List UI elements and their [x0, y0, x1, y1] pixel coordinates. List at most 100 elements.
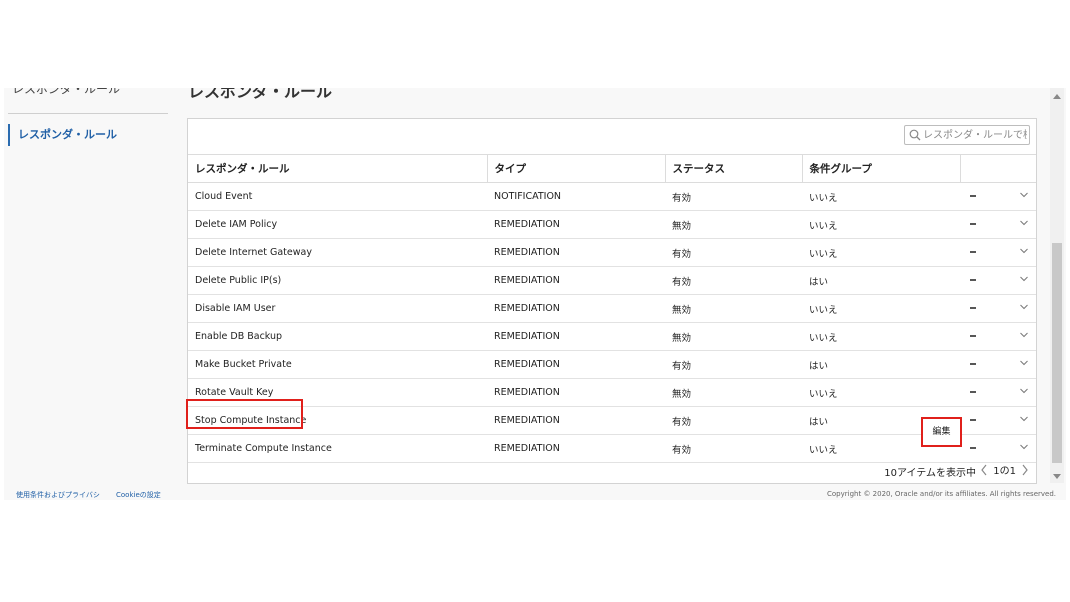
table-row[interactable]: Rotate Vault Key REMEDIATION 無効 いいえ: [188, 378, 1036, 407]
row-actions-cell: [960, 182, 1036, 211]
chevron-down-icon[interactable]: [1020, 443, 1028, 451]
rule-status-cell: 無効: [665, 210, 802, 239]
rule-status-cell: 有効: [665, 350, 802, 379]
chevron-down-icon[interactable]: [1020, 359, 1028, 367]
chevron-down-icon[interactable]: [1020, 191, 1028, 199]
row-actions-cell: [960, 266, 1036, 295]
rule-type-cell: REMEDIATION: [487, 378, 665, 407]
pagination: 1の1: [979, 462, 1030, 477]
kebab-menu-icon[interactable]: [970, 419, 976, 431]
col-header-actions: [960, 154, 1036, 183]
rule-type-cell: REMEDIATION: [487, 210, 665, 239]
scroll-up-arrow-icon[interactable]: [1053, 94, 1061, 99]
table-footer: 10アイテムを表示中 1の1: [188, 457, 1036, 483]
search-input[interactable]: [923, 126, 1027, 144]
rule-name-cell: Disable IAM User: [188, 294, 487, 323]
row-actions-cell: [960, 294, 1036, 323]
search-icon: [909, 129, 921, 141]
kebab-menu-icon[interactable]: [970, 363, 976, 375]
chevron-down-icon[interactable]: [1020, 247, 1028, 255]
chevron-down-icon[interactable]: [1020, 303, 1028, 311]
chevron-down-icon[interactable]: [1020, 415, 1028, 423]
table-row[interactable]: Delete Internet Gateway REMEDIATION 有効 いいえ: [188, 238, 1036, 267]
scroll-thumb[interactable]: [1052, 243, 1062, 463]
chevron-down-icon[interactable]: [1020, 275, 1028, 283]
table-row[interactable]: Disable IAM User REMEDIATION 無効 いいえ: [188, 294, 1036, 323]
rule-name-cell: Delete Internet Gateway: [188, 238, 487, 267]
rule-type-cell: REMEDIATION: [487, 322, 665, 351]
rule-condition-cell: いいえ: [802, 322, 960, 351]
col-header-type[interactable]: タイプ: [487, 154, 666, 183]
table-row[interactable]: Cloud Event NOTIFICATION 有効 いいえ: [188, 182, 1036, 211]
row-actions-cell: [960, 378, 1036, 407]
rule-condition-cell: はい: [802, 350, 960, 379]
chevron-left-icon[interactable]: [979, 463, 989, 477]
kebab-menu-icon[interactable]: [970, 279, 976, 291]
search-box[interactable]: [904, 125, 1030, 145]
col-header-rule[interactable]: レスポンダ・ルール: [188, 154, 488, 183]
rule-name-cell: Delete IAM Policy: [188, 210, 487, 239]
page-footer: 使用条件およびプライバシ Cookieの設定 Copyright © 2020,…: [8, 488, 1066, 500]
rule-status-cell: 無効: [665, 322, 802, 351]
chevron-down-icon[interactable]: [1020, 331, 1028, 339]
rule-condition-cell: いいえ: [802, 294, 960, 323]
row-actions-cell: [960, 406, 1036, 435]
scroll-down-arrow-icon[interactable]: [1053, 474, 1061, 479]
table-row[interactable]: Make Bucket Private REMEDIATION 有効 はい: [188, 350, 1036, 379]
cookie-settings-link[interactable]: Cookieの設定: [116, 490, 161, 500]
kebab-menu-icon[interactable]: [970, 335, 976, 347]
rule-type-cell: REMEDIATION: [487, 266, 665, 295]
edit-menu-item[interactable]: 編集: [921, 417, 962, 447]
copyright: Copyright © 2020, Oracle and/or its affi…: [827, 490, 1056, 498]
rule-condition-cell: いいえ: [802, 378, 960, 407]
table-row[interactable]: Stop Compute Instance REMEDIATION 有効 はい: [188, 406, 1036, 435]
rule-name-cell: Enable DB Backup: [188, 322, 487, 351]
chevron-down-icon[interactable]: [1020, 387, 1028, 395]
rule-type-cell: REMEDIATION: [487, 238, 665, 267]
item-count: 10アイテムを表示中: [884, 468, 976, 479]
table-row[interactable]: Enable DB Backup REMEDIATION 無効 いいえ: [188, 322, 1036, 351]
rules-table: レスポンダ・ルール タイプ ステータス 条件グループ Cloud Event NO…: [188, 154, 1036, 463]
app-window: レスポンダ・ルール レスポンダ・ルール レスポンダ・ルール レスポンダ・ルール …: [4, 88, 1066, 500]
nav-divider: [8, 113, 168, 114]
rule-status-cell: 有効: [665, 182, 802, 211]
left-nav: レスポンダ・ルール レスポンダ・ルール: [4, 88, 172, 483]
kebab-menu-icon[interactable]: [970, 391, 976, 403]
row-actions-cell: [960, 322, 1036, 351]
nav-clipped-item[interactable]: レスポンダ・ルール: [12, 88, 172, 100]
kebab-menu-icon[interactable]: [970, 195, 976, 207]
table-row[interactable]: Delete IAM Policy REMEDIATION 無効 いいえ: [188, 210, 1036, 239]
table-header-row: レスポンダ・ルール タイプ ステータス 条件グループ: [188, 154, 1036, 183]
chevron-down-icon[interactable]: [1020, 219, 1028, 227]
terms-link[interactable]: 使用条件およびプライバシ: [16, 490, 100, 500]
rule-status-cell: 無効: [665, 378, 802, 407]
rule-type-cell: REMEDIATION: [487, 350, 665, 379]
vertical-scrollbar[interactable]: [1050, 88, 1064, 483]
rule-status-cell: 有効: [665, 406, 802, 435]
page-heading: レスポンダ・ルール: [188, 88, 333, 101]
kebab-menu-icon[interactable]: [970, 223, 976, 235]
rule-name-cell: Cloud Event: [188, 182, 487, 211]
chevron-right-icon[interactable]: [1020, 463, 1030, 477]
rule-condition-cell: いいえ: [802, 210, 960, 239]
table-row[interactable]: Delete Public IP(s) REMEDIATION 有効 はい: [188, 266, 1036, 295]
rule-condition-cell: いいえ: [802, 238, 960, 267]
rule-condition-cell: いいえ: [802, 182, 960, 211]
row-actions-cell: [960, 238, 1036, 267]
row-actions-cell: [960, 210, 1036, 239]
rule-status-cell: 有効: [665, 266, 802, 295]
rule-name-cell: Make Bucket Private: [188, 350, 487, 379]
kebab-menu-icon[interactable]: [970, 251, 976, 263]
rule-condition-cell: はい: [802, 266, 960, 295]
rule-type-cell: REMEDIATION: [487, 406, 665, 435]
nav-item-responder-rules[interactable]: レスポンダ・ルール: [8, 124, 168, 146]
col-header-condition-group[interactable]: 条件グループ: [802, 154, 961, 183]
page-indicator: 1の1: [993, 466, 1016, 477]
rule-name-cell: Delete Public IP(s): [188, 266, 487, 295]
rules-panel: レスポンダ・ルール タイプ ステータス 条件グループ Cloud EventNO…: [187, 118, 1037, 484]
col-header-status[interactable]: ステータス: [665, 154, 803, 183]
kebab-menu-icon[interactable]: [970, 307, 976, 319]
rule-name-cell: Stop Compute Instance: [188, 406, 487, 435]
rule-status-cell: 無効: [665, 294, 802, 323]
rule-type-cell: REMEDIATION: [487, 294, 665, 323]
